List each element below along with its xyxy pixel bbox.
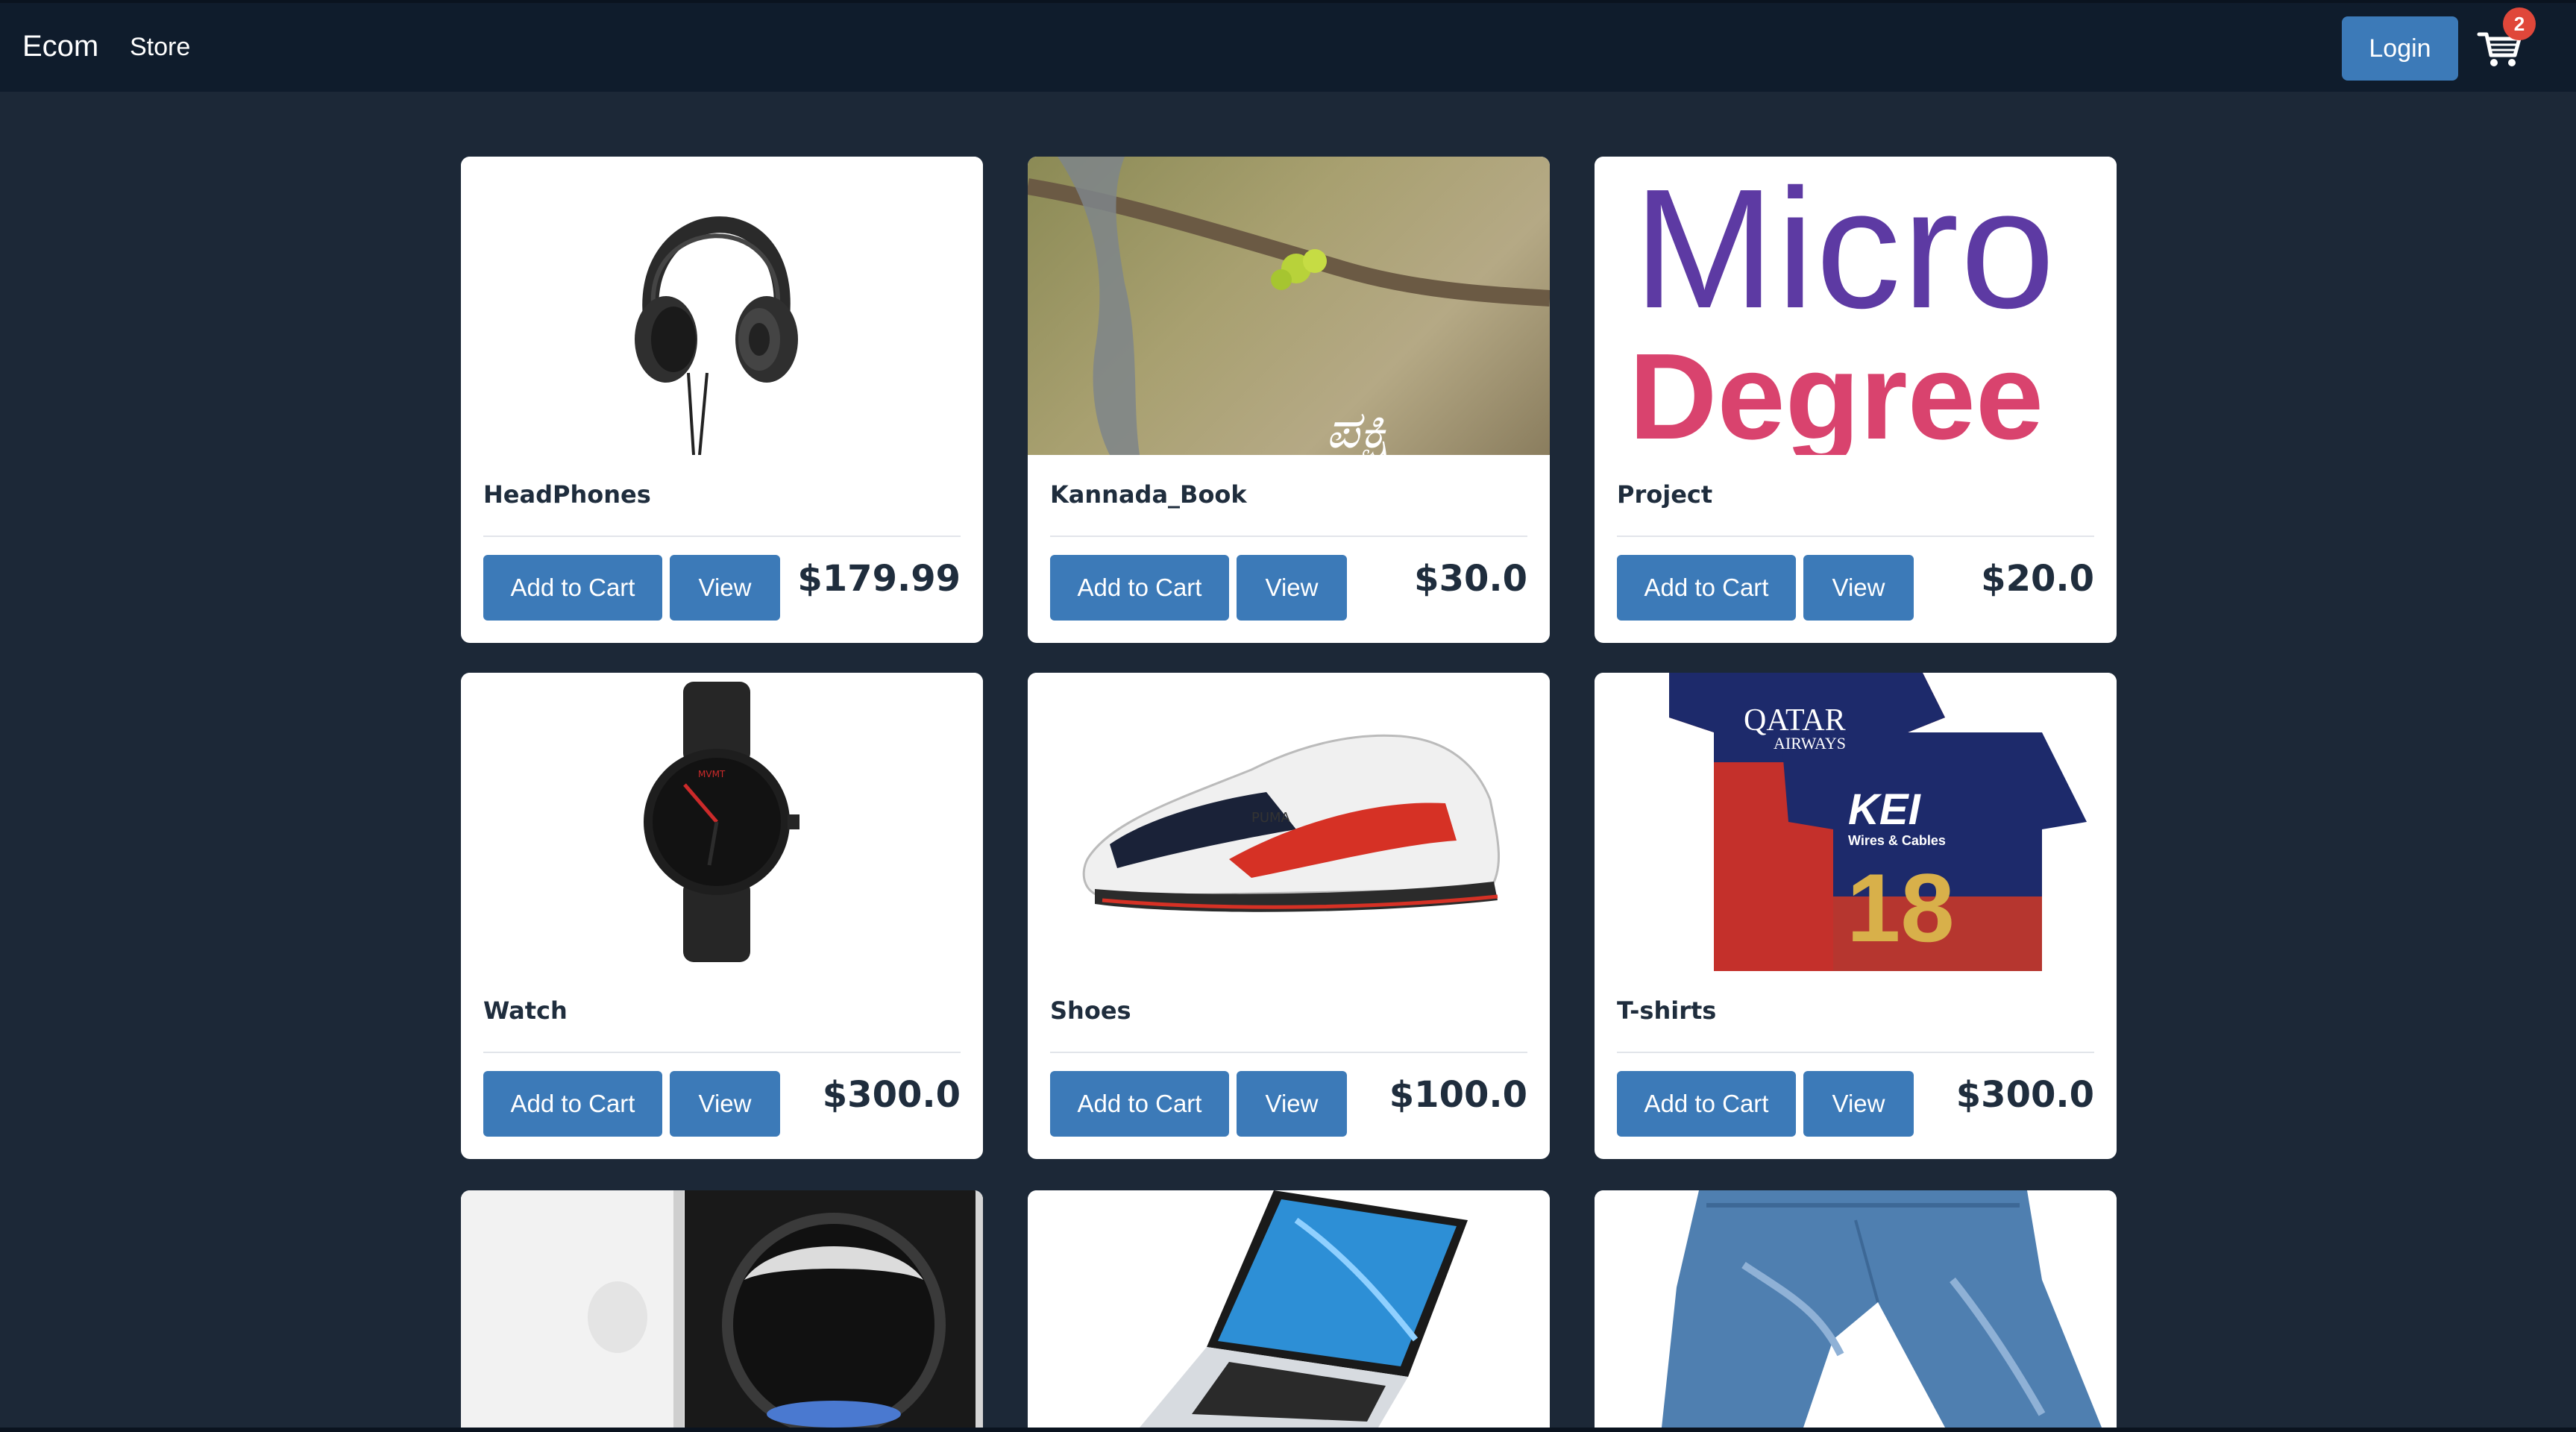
micro-degree-logo-image[interactable]: Micro Degree	[1595, 157, 2117, 455]
top-navbar: Ecom Store Login 2	[0, 0, 2576, 92]
jersey-text-airways: AIRWAYS	[1774, 734, 1846, 753]
divider	[1050, 1052, 1527, 1053]
svg-text:PUMA: PUMA	[1251, 810, 1291, 826]
product-price: $179.99	[797, 558, 961, 600]
view-button[interactable]: View	[1237, 555, 1347, 621]
divider	[1617, 1052, 2094, 1053]
view-button[interactable]: View	[1803, 1071, 1914, 1137]
product-card: QATAR AIRWAYS KEI Wires & Cables 18 T-sh…	[1595, 673, 2117, 1159]
product-price: $20.0	[1981, 558, 2094, 600]
product-card: Micro Degree Project Add to Cart View $2…	[1595, 157, 2117, 643]
jersey-text-kei: KEI	[1848, 785, 1920, 834]
login-button[interactable]: Login	[2342, 16, 2458, 81]
add-to-cart-button[interactable]: Add to Cart	[483, 1071, 662, 1137]
view-button[interactable]: View	[1237, 1071, 1347, 1137]
jersey-text-wires: Wires & Cables	[1848, 833, 1946, 848]
product-price: $300.0	[822, 1074, 961, 1116]
sneaker-image[interactable]: PUMA	[1028, 673, 1550, 971]
product-card: HeadPhones Add to Cart View $179.99	[461, 157, 983, 643]
product-price: $30.0	[1414, 558, 1527, 600]
jersey-text-qatar: QATAR	[1744, 703, 1846, 738]
product-title: Kannada_Book	[1050, 480, 1247, 509]
brand-logo[interactable]: Ecom	[22, 30, 98, 63]
product-card: PUMA Shoes Add to Cart View $100.0	[1028, 673, 1550, 1159]
laptop-image[interactable]	[1028, 1190, 1550, 1428]
divider	[483, 536, 961, 537]
view-button[interactable]: View	[1803, 555, 1914, 621]
svg-text:ಪಕ್ಷಿ: ಪಕ್ಷಿ	[1326, 399, 1392, 455]
add-to-cart-button[interactable]: Add to Cart	[1050, 555, 1229, 621]
smartphone-image[interactable]	[461, 1190, 983, 1428]
add-to-cart-button[interactable]: Add to Cart	[483, 555, 662, 621]
divider	[1617, 536, 2094, 537]
add-to-cart-button[interactable]: Add to Cart	[1617, 1071, 1796, 1137]
divider	[1050, 536, 1527, 537]
add-to-cart-button[interactable]: Add to Cart	[1617, 555, 1796, 621]
divider	[483, 1052, 961, 1053]
product-card	[461, 1190, 983, 1428]
headphones-image[interactable]	[461, 157, 983, 455]
product-title: Shoes	[1050, 996, 1131, 1025]
logo-text-micro: Micro	[1633, 157, 2057, 344]
bird-book-cover-image[interactable]: ಪಕ್ಷಿ	[1028, 157, 1550, 455]
product-card: ಪಕ್ಷಿ Kannada_Book Add to Cart View $30.…	[1028, 157, 1550, 643]
product-card	[1595, 1190, 2117, 1428]
cart-count-badge: 2	[2503, 7, 2536, 40]
product-title: HeadPhones	[483, 480, 651, 509]
jeans-image[interactable]	[1595, 1190, 2117, 1428]
svg-text:MVMT: MVMT	[698, 769, 726, 779]
product-card	[1028, 1190, 1550, 1428]
product-price: $100.0	[1389, 1074, 1527, 1116]
nav-link-store[interactable]: Store	[130, 33, 190, 62]
product-title: Watch	[483, 996, 568, 1025]
wristwatch-image[interactable]: MVMT	[461, 673, 983, 971]
cricket-jersey-image[interactable]: QATAR AIRWAYS KEI Wires & Cables 18	[1595, 673, 2117, 971]
logo-text-degree: Degree	[1629, 328, 2044, 456]
window-bottom-edge	[0, 1428, 2576, 1432]
product-price: $300.0	[1955, 1074, 2094, 1116]
view-button[interactable]: View	[670, 1071, 780, 1137]
view-button[interactable]: View	[670, 555, 780, 621]
product-title: Project	[1617, 480, 1713, 509]
product-title: T-shirts	[1617, 996, 1717, 1025]
product-card: MVMT Watch Add to Cart View $300.0	[461, 673, 983, 1159]
jersey-number: 18	[1847, 853, 1955, 962]
add-to-cart-button[interactable]: Add to Cart	[1050, 1071, 1229, 1137]
